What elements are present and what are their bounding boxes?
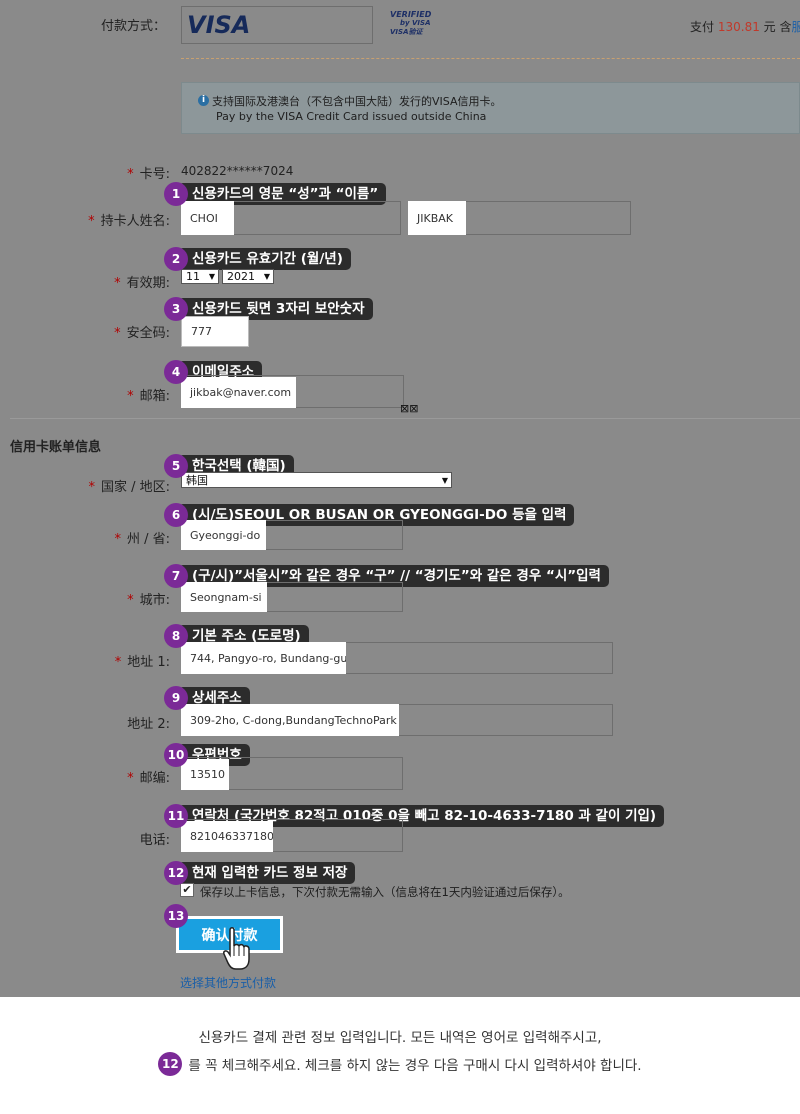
billing-section-title: 信用卡账单信息 xyxy=(10,440,102,455)
phone-label: 电话: xyxy=(139,833,170,848)
city-label: * 城市: xyxy=(127,593,170,608)
country-select[interactable]: 韩国 ▼ xyxy=(181,472,452,488)
email-suffix-icons: ⊠⊠ xyxy=(400,402,419,415)
phone-input[interactable]: 821046337180 xyxy=(181,821,273,852)
zip-input[interactable]: 13510 xyxy=(181,759,229,790)
save-card-checkbox[interactable]: ✔ xyxy=(180,883,194,897)
pay-total: 支付 130.81 元 含服 xyxy=(690,18,800,35)
zip-label: * 邮编: xyxy=(127,771,170,786)
chevron-down-icon: ▼ xyxy=(208,272,215,281)
footer-line-2: 12 를 꼭 체크해주세요. 체크를 하지 않는 경우 다음 구매시 다시 입력… xyxy=(0,1052,800,1076)
address2-input[interactable]: 309-2ho, C-dong,BundangTechnoPark xyxy=(181,704,399,736)
visa-notice-box: i 支持国际及港澳台（不包含中国大陆）发行的VISA信用卡。 Pay by th… xyxy=(181,82,800,134)
payment-method-label: 付款方式： xyxy=(101,19,167,34)
city-input[interactable]: Seongnam-si xyxy=(181,582,267,612)
service-link[interactable]: 服 xyxy=(792,20,800,34)
expiry-label: * 有效期: xyxy=(114,276,170,291)
expiry-month-select[interactable]: 11 ▼ xyxy=(181,269,219,284)
last-name-input[interactable]: CHOI xyxy=(181,201,234,235)
address1-input[interactable]: 744, Pangyo-ro, Bundang-gu xyxy=(181,642,346,674)
callout-12: 12 현재 입력한 카드 정보 저장 xyxy=(164,861,356,885)
state-label: * 州 / 省: xyxy=(114,532,170,547)
footer-badge-12: 12 xyxy=(158,1052,183,1076)
section-divider xyxy=(10,418,800,419)
state-input[interactable]: Gyeonggi-do xyxy=(181,520,266,550)
info-icon: i xyxy=(198,95,209,106)
email-label: * 邮箱: xyxy=(127,389,170,404)
visa-option[interactable]: VISA xyxy=(181,6,373,44)
card-number-label: * 卡号: xyxy=(127,167,170,182)
visa-logo: VISA xyxy=(187,11,251,39)
holder-name-label: * 持卡人姓名: xyxy=(88,214,170,229)
address2-label: 地址 2: xyxy=(127,717,170,732)
hand-pointer-icon xyxy=(223,927,250,970)
card-number-value: 402822******7024 xyxy=(181,164,294,178)
save-card-label: 保存以上卡信息，下次付款无需输入（信息将在1天内验证通过后保存）。 xyxy=(200,885,570,899)
address1-label: * 地址 1: xyxy=(114,655,170,670)
footer-line-1: 신용카드 결제 관련 정보 입력입니다. 모든 내역은 영어로 입력해주시고, xyxy=(198,1030,602,1046)
chevron-down-icon: ▼ xyxy=(441,475,448,485)
chevron-down-icon: ▼ xyxy=(263,272,270,281)
first-name-input[interactable]: JIKBAK xyxy=(408,201,466,235)
cvv-input[interactable]: 777 xyxy=(181,316,249,347)
verified-by-visa-logo: VERIFIED by VISA VISA验证 xyxy=(390,10,432,36)
email-input[interactable]: jikbak@naver.com xyxy=(181,377,296,408)
callout-2: 2 신용카드 유효기간 (월/년) xyxy=(164,247,351,271)
expiry-year-select[interactable]: 2021 ▼ xyxy=(222,269,274,284)
notice-line-1: 支持国际及港澳台（不包含中国大陆）发行的VISA信用卡。 xyxy=(212,95,502,108)
country-label: * 国家 / 地区: xyxy=(88,480,170,495)
other-payment-link[interactable]: 选择其他方式付款 xyxy=(180,974,276,991)
notice-line-2: Pay by the VISA Credit Card issued outsi… xyxy=(216,110,487,123)
divider-dashed xyxy=(181,58,800,59)
callout-13: 13 xyxy=(164,904,188,928)
cvv-label: * 安全码: xyxy=(114,326,170,341)
